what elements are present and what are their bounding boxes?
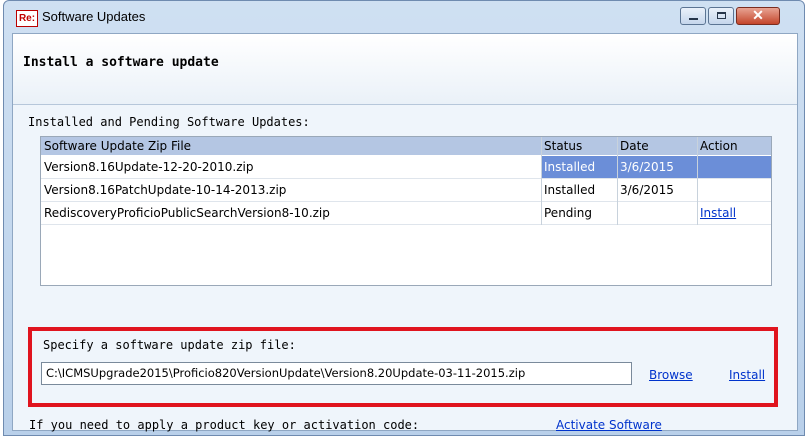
column-header-date[interactable]: Date: [617, 137, 697, 155]
cell-action: Install: [697, 202, 771, 224]
cell-action: [697, 156, 771, 178]
cell-status: Installed: [544, 183, 596, 197]
cell-file: RediscoveryProficioPublicSearchVersion8-…: [44, 206, 330, 220]
browse-link[interactable]: Browse: [649, 368, 693, 382]
column-header-status[interactable]: Status: [541, 137, 617, 155]
zip-file-label: Specify a software update zip file:: [43, 338, 296, 352]
column-divider: [697, 137, 698, 225]
cell-date: [617, 202, 697, 224]
page-title: Install a software update: [23, 55, 219, 70]
minimize-icon: [689, 18, 698, 20]
dialog-body: Installed and Pending Software Updates: …: [13, 104, 797, 432]
close-icon: ✕: [752, 7, 764, 23]
row-divider: [41, 224, 771, 225]
zip-path-input[interactable]: C:\ICMSUpgrade2015\Proficio820VersionUpd…: [41, 362, 632, 385]
cell-file: Version8.16Update-12-20-2010.zip: [44, 160, 254, 174]
column-header-file[interactable]: Software Update Zip File: [41, 137, 541, 155]
app-icon: Re:: [16, 10, 38, 27]
software-updates-window: Re: Software Updates ✕ Install a softwar…: [3, 0, 805, 436]
cell-status: Installed: [541, 156, 617, 178]
cell-date: 3/6/2015: [617, 156, 697, 178]
install-zip-link[interactable]: Install: [729, 368, 765, 382]
table-header: Software Update Zip File Status Date Act…: [41, 137, 771, 155]
column-divider: [617, 137, 618, 225]
maximize-button[interactable]: [708, 7, 734, 25]
cell-date: 3/6/2015: [620, 183, 674, 197]
zip-file-highlight: Specify a software update zip file: C:\I…: [28, 327, 778, 407]
cell-status: Pending: [544, 206, 592, 220]
column-header-action[interactable]: Action: [697, 137, 771, 155]
dialog-client-area: Install a software update Installed and …: [12, 33, 798, 432]
title-bar[interactable]: Re: Software Updates ✕: [4, 1, 804, 33]
dialog-header: Install a software update: [13, 34, 797, 105]
updates-section-label: Installed and Pending Software Updates:: [28, 115, 310, 129]
cell-action: [697, 179, 771, 201]
maximize-icon: [717, 12, 726, 19]
column-divider: [541, 137, 542, 225]
close-button[interactable]: ✕: [736, 7, 780, 25]
cell-file: Version8.16PatchUpdate-10-14-2013.zip: [44, 183, 287, 197]
activate-software-link[interactable]: Activate Software: [556, 418, 662, 432]
install-link[interactable]: Install: [700, 206, 736, 220]
window-title: Software Updates: [42, 9, 146, 24]
activation-label: If you need to apply a product key or ac…: [29, 418, 420, 432]
updates-table[interactable]: Software Update Zip File Status Date Act…: [40, 136, 772, 286]
minimize-button[interactable]: [680, 7, 706, 25]
